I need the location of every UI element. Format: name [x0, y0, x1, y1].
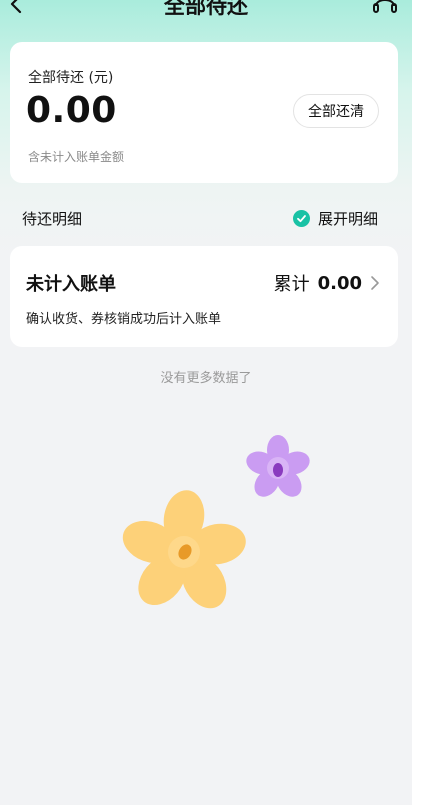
unbilled-description: 确认收货、券核销成功后计入账单	[26, 312, 222, 327]
details-section-title: 待还明细	[22, 210, 83, 228]
unbilled-card[interactable]: 未计入账单 累计 0.00 确认收货、券核销成功后计入账单	[10, 246, 398, 347]
unbilled-total-value: 0.00	[317, 272, 362, 294]
total-due-note: 含未计入账单金额	[28, 150, 125, 164]
expand-details-label[interactable]: 展开明细	[318, 208, 378, 229]
no-more-data-text: 没有更多数据了	[160, 371, 252, 386]
total-due-label: 全部待还 (元)	[28, 70, 114, 86]
unbilled-title: 未计入账单	[26, 274, 116, 295]
screen-edge	[412, 0, 424, 805]
unbilled-total[interactable]: 累计 0.00	[274, 270, 380, 296]
expand-details-toggle[interactable]: 展开明细	[293, 207, 378, 229]
page-background: 全部待还 全部待还 (元) 0.00 全部还清 含未计入账单金额 待还明细 展开…	[0, 0, 412, 805]
total-due-card: 全部待还 (元) 0.00 全部还清 含未计入账单金额	[10, 42, 398, 183]
headset-icon[interactable]	[370, 0, 400, 18]
repay-all-button[interactable]: 全部还清	[293, 94, 379, 128]
unbilled-total-label: 累计	[273, 274, 310, 295]
chevron-right-icon	[371, 276, 379, 290]
check-circle-icon[interactable]	[293, 209, 310, 227]
nav-bar: 全部待还	[0, 0, 412, 30]
total-due-amount: 0.00	[26, 90, 117, 131]
page-title: 全部待还	[164, 0, 248, 18]
flowers-illustration	[122, 435, 310, 609]
